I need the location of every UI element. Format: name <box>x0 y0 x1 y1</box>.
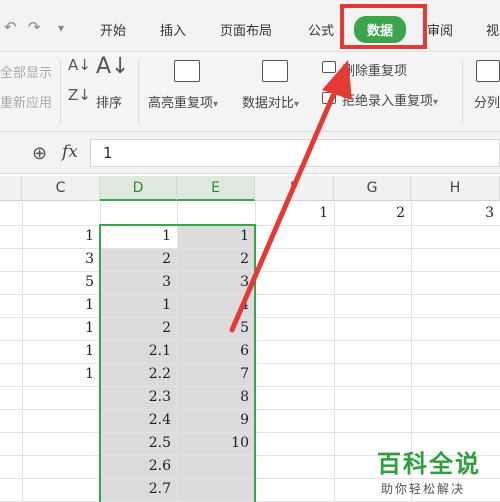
undo-icon[interactable]: ↶ <box>4 18 17 36</box>
column-header-d[interactable]: D <box>100 176 177 201</box>
column-header-g[interactable]: G <box>334 176 411 201</box>
cell-c[interactable]: 1 <box>22 317 100 340</box>
quick-access-dropdown-icon[interactable]: ▾ <box>58 21 64 35</box>
formula-input[interactable]: 1 <box>90 139 500 167</box>
data-compare-icon[interactable] <box>262 60 288 82</box>
show-all-button[interactable]: 全部显示 <box>0 62 52 81</box>
cell-c[interactable]: 1 <box>22 225 100 248</box>
tab-start[interactable]: 开始 <box>100 20 126 39</box>
remove-duplicates-button[interactable]: 删除重复项 <box>342 60 407 79</box>
watermark: 百科全说 助你轻松解决 <box>355 430 500 502</box>
sort-descending-icon[interactable]: Z↓ <box>68 86 91 104</box>
cell-c[interactable]: 1 <box>22 363 100 386</box>
tab-formula[interactable]: 公式 <box>308 20 334 39</box>
function-icon[interactable]: fx <box>62 142 78 162</box>
cell-c[interactable]: 5 <box>22 271 100 294</box>
tab-review[interactable]: 审阅 <box>427 20 453 39</box>
cell-g[interactable]: 2 <box>334 202 411 225</box>
column-header-f[interactable]: F <box>255 176 334 201</box>
sort-ascending-icon[interactable]: A↓ <box>68 56 91 74</box>
tab-view[interactable]: 视 <box>486 20 499 39</box>
reject-duplicates-icon <box>322 92 336 104</box>
tab-page-layout[interactable]: 页面布局 <box>220 20 272 39</box>
column-header-e[interactable]: E <box>177 176 255 201</box>
cell-c[interactable]: 3 <box>22 248 100 271</box>
cell-c[interactable]: 1 <box>22 294 100 317</box>
watermark-subtitle: 助你轻松解决 <box>381 482 466 496</box>
gridline-vertical <box>334 202 335 502</box>
cell-f[interactable]: 1 <box>255 202 334 225</box>
formula-bar: ⊕ fx 1 <box>0 132 500 174</box>
ribbon-separator <box>462 60 463 124</box>
menu-bar: ↶ ↷ ▾ 开始 插入 页面布局 公式 数据 审阅 视 <box>0 0 500 52</box>
ribbon-toolbar: 全部显示 重新应用 A↓ Z↓ A↓ 排序 高亮重复项▾ 数据对比▾ 删除重复项… <box>0 52 500 132</box>
highlight-box <box>340 4 427 49</box>
ribbon-separator <box>138 60 139 124</box>
highlight-duplicates-icon[interactable] <box>174 60 200 82</box>
cell-h[interactable]: 3 <box>411 202 500 225</box>
reject-duplicates-button[interactable]: 拒绝录入重复项▾ <box>342 90 438 109</box>
cell-c[interactable]: 1 <box>22 340 100 363</box>
column-header-h[interactable]: H <box>411 176 500 201</box>
split-columns-button[interactable]: 分列 <box>474 92 500 111</box>
sort-button[interactable]: 排序 <box>96 92 122 111</box>
reapply-button[interactable]: 重新应用 <box>0 92 52 111</box>
selection-border <box>99 224 256 502</box>
watermark-title: 百科全说 <box>377 450 481 478</box>
redo-icon[interactable]: ↷ <box>28 18 41 36</box>
highlight-duplicates-button[interactable]: 高亮重复项▾ <box>148 92 218 111</box>
sort-icon[interactable]: A↓ <box>96 54 129 79</box>
remove-duplicates-icon <box>322 61 336 73</box>
zoom-search-icon[interactable]: ⊕ <box>32 143 47 164</box>
data-compare-button[interactable]: 数据对比▾ <box>242 92 299 111</box>
split-columns-icon[interactable] <box>476 60 500 82</box>
tab-insert[interactable]: 插入 <box>160 20 186 39</box>
select-all-corner[interactable] <box>0 176 22 201</box>
column-header-c[interactable]: C <box>22 176 100 201</box>
ribbon-separator <box>60 60 61 124</box>
